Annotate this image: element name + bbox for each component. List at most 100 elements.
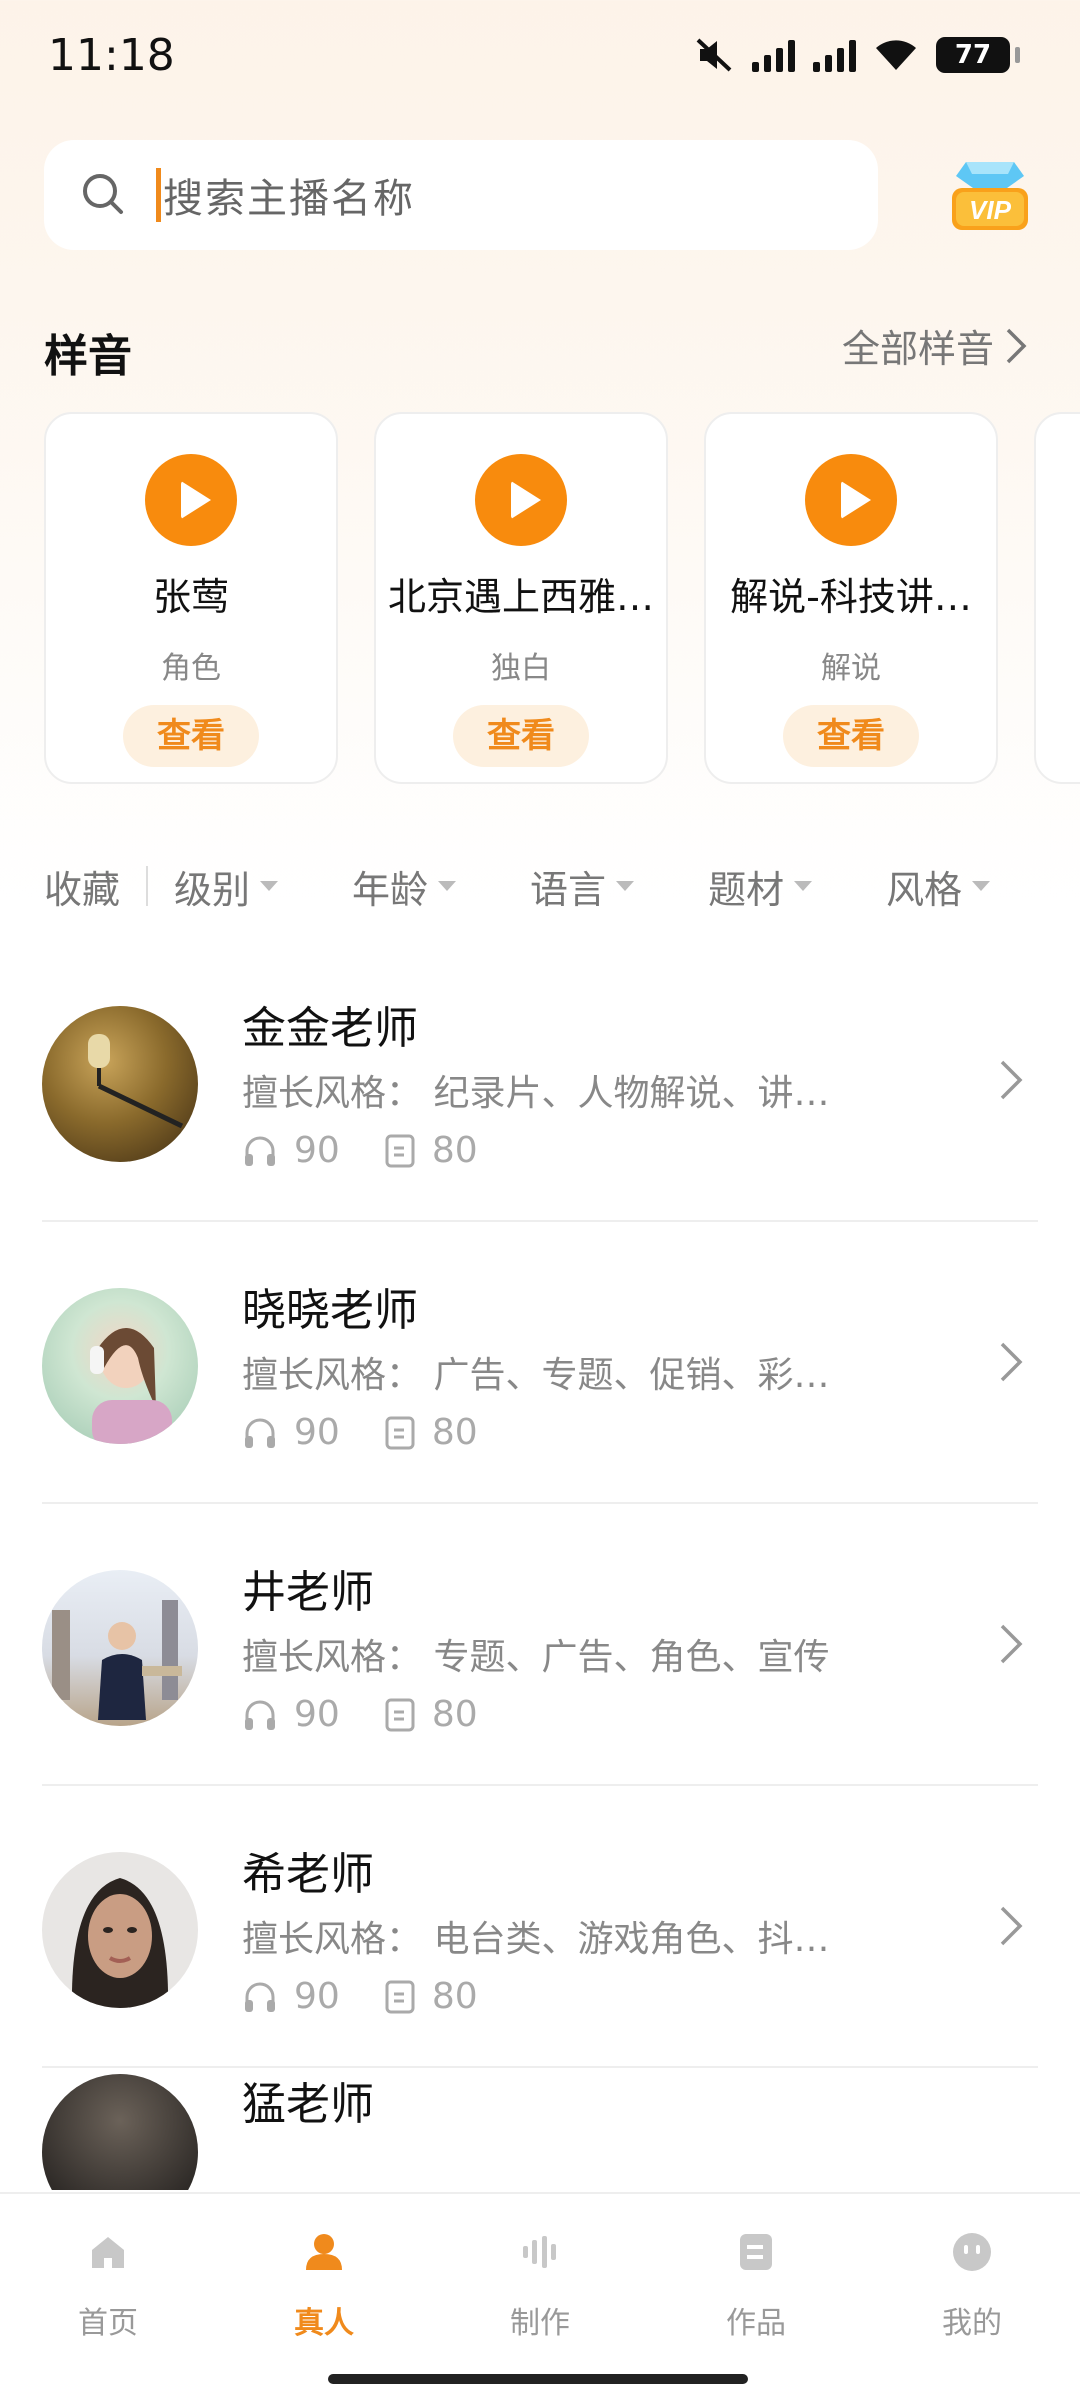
all-samples-link[interactable]: 全部样音 <box>842 318 1028 373</box>
chevron-right-icon <box>1000 1906 1023 1946</box>
tab-label: 作品 <box>726 2306 786 2341</box>
sample-card[interactable]: 解说-科技讲… 解说 查看 <box>704 412 998 784</box>
style-value: 广告、专题、促销、彩… <box>433 1355 830 1396</box>
anchor-list: 金金老师 擅长风格： 纪录片、人物解说、讲… 90 80 晓晓老师 擅长风格： <box>0 940 1080 2190</box>
vip-icon[interactable]: VIP <box>950 150 1030 235</box>
play-icon[interactable] <box>805 454 897 546</box>
bottom-tab-bar: 首页 真人 制作 作品 我的 <box>0 2192 1080 2402</box>
anchor-row[interactable]: 猛老师 <box>0 2068 1080 2190</box>
tab-real-person[interactable]: 真人 <box>264 2230 384 2342</box>
listens-stat: 90 <box>242 1694 340 1735</box>
tab-label: 首页 <box>78 2306 138 2341</box>
filter-label: 题材 <box>708 867 785 912</box>
filter-label: 风格 <box>886 867 963 912</box>
anchor-row[interactable]: 晓晓老师 擅长风格： 广告、专题、促销、彩… 90 80 <box>0 1222 1080 1504</box>
person-icon <box>306 2234 342 2270</box>
filter-subject[interactable]: 题材 <box>708 859 813 914</box>
filter-label: 语言 <box>530 867 607 912</box>
style-label: 擅长风格： <box>242 1919 423 1960</box>
play-icon[interactable] <box>475 454 567 546</box>
view-button[interactable]: 查看 <box>453 705 589 767</box>
anchor-style: 擅长风格： 纪录片、人物解说、讲… <box>242 1064 829 1116</box>
filter-language[interactable]: 语言 <box>530 859 635 914</box>
sample-category: 角色 <box>161 651 221 686</box>
filter-bar: 收藏 级别 年龄 语言 题材 风格 <box>44 856 1034 916</box>
headphones-icon <box>245 1418 275 1448</box>
anchor-row[interactable]: 希老师 擅长风格： 电台类、游戏角色、抖… 90 80 <box>0 1786 1080 2068</box>
all-samples-label: 全部样音 <box>841 327 994 371</box>
caret-down-icon <box>972 881 991 891</box>
face-icon <box>953 2233 991 2271</box>
sample-card-partial[interactable] <box>1034 412 1080 784</box>
section-title-samples: 样音 <box>44 331 132 382</box>
search-input[interactable]: 搜索主播名称 <box>163 166 415 224</box>
works-stat: 80 <box>384 1694 478 1735</box>
text-cursor <box>156 168 161 222</box>
avatar <box>42 1288 198 1444</box>
caret-down-icon <box>260 881 279 891</box>
status-time: 11:18 <box>48 30 175 81</box>
headphones-icon <box>245 1700 275 1730</box>
caret-down-icon <box>616 881 635 891</box>
listens-count: 90 <box>294 1130 340 1171</box>
mute-icon <box>696 38 732 72</box>
home-indicator[interactable] <box>328 2374 748 2384</box>
tab-mine[interactable]: 我的 <box>912 2230 1032 2342</box>
style-value: 专题、广告、角色、宣传 <box>433 1637 830 1678</box>
tab-create[interactable]: 制作 <box>480 2230 600 2342</box>
search-bar[interactable]: 搜索主播名称 <box>44 140 878 250</box>
style-label: 擅长风格： <box>242 1073 423 1114</box>
sample-category: 解说 <box>821 651 881 686</box>
waveform-icon <box>523 2236 556 2268</box>
filter-style[interactable]: 风格 <box>886 859 991 914</box>
sample-cards: 张莺 角色 查看 北京遇上西雅… 独白 查看 解说-科技讲… 解说 查看 <box>44 412 1080 786</box>
avatar <box>42 1852 198 2008</box>
listens-stat: 90 <box>242 1976 340 2017</box>
view-button[interactable]: 查看 <box>123 705 259 767</box>
anchor-style: 擅长风格： 专题、广告、角色、宣传 <box>242 1628 829 1680</box>
sample-name: 张莺 <box>152 575 229 619</box>
anchor-style: 擅长风格： 广告、专题、促销、彩… <box>242 1346 829 1398</box>
works-stat: 80 <box>384 1412 478 1453</box>
anchor-stats: 90 80 <box>242 1130 522 1171</box>
anchor-name: 金金老师 <box>242 1003 418 1054</box>
status-icons: 77 <box>694 36 1020 74</box>
sample-card[interactable]: 北京遇上西雅… 独白 查看 <box>374 412 668 784</box>
avatar <box>42 1006 198 1162</box>
works-count: 80 <box>431 1976 478 2017</box>
view-button[interactable]: 查看 <box>783 705 919 767</box>
works-count: 80 <box>431 1130 478 1171</box>
tab-works[interactable]: 作品 <box>696 2230 816 2342</box>
anchor-row[interactable]: 金金老师 擅长风格： 纪录片、人物解说、讲… 90 80 <box>0 940 1080 1222</box>
filter-level[interactable]: 级别 <box>174 859 279 914</box>
anchor-name: 晓晓老师 <box>242 1285 418 1336</box>
style-label: 擅长风格： <box>242 1355 423 1396</box>
filter-age[interactable]: 年龄 <box>352 859 457 914</box>
wifi-icon <box>876 40 916 70</box>
home-icon <box>92 2237 124 2268</box>
anchor-name: 猛老师 <box>242 2079 374 2130</box>
listens-stat: 90 <box>242 1130 340 1171</box>
anchor-stats: 90 80 <box>242 1412 522 1453</box>
document-icon <box>385 1980 415 2013</box>
anchor-stats: 90 80 <box>242 1694 522 1735</box>
avatar <box>42 2074 198 2190</box>
caret-down-icon <box>438 881 457 891</box>
anchor-row[interactable]: 井老师 擅长风格： 专题、广告、角色、宣传 90 80 <box>0 1504 1080 1786</box>
play-icon[interactable] <box>145 454 237 546</box>
filter-label: 年龄 <box>352 867 429 912</box>
document-icon <box>740 2234 772 2270</box>
tab-home[interactable]: 首页 <box>48 2230 168 2342</box>
headphones-icon <box>245 1136 275 1166</box>
document-icon <box>385 1416 415 1449</box>
avatar <box>42 1570 198 1726</box>
person-photo <box>52 1600 182 1720</box>
sample-card[interactable]: 张莺 角色 查看 <box>44 412 338 784</box>
filter-favorite[interactable]: 收藏 <box>44 859 120 914</box>
tab-label: 制作 <box>510 2306 570 2341</box>
signal-icon <box>752 38 795 72</box>
chevron-right-icon <box>1000 1060 1023 1100</box>
sample-name: 解说-科技讲… <box>730 575 972 619</box>
signal-icon <box>813 38 856 72</box>
chevron-right-icon <box>1000 1624 1023 1664</box>
